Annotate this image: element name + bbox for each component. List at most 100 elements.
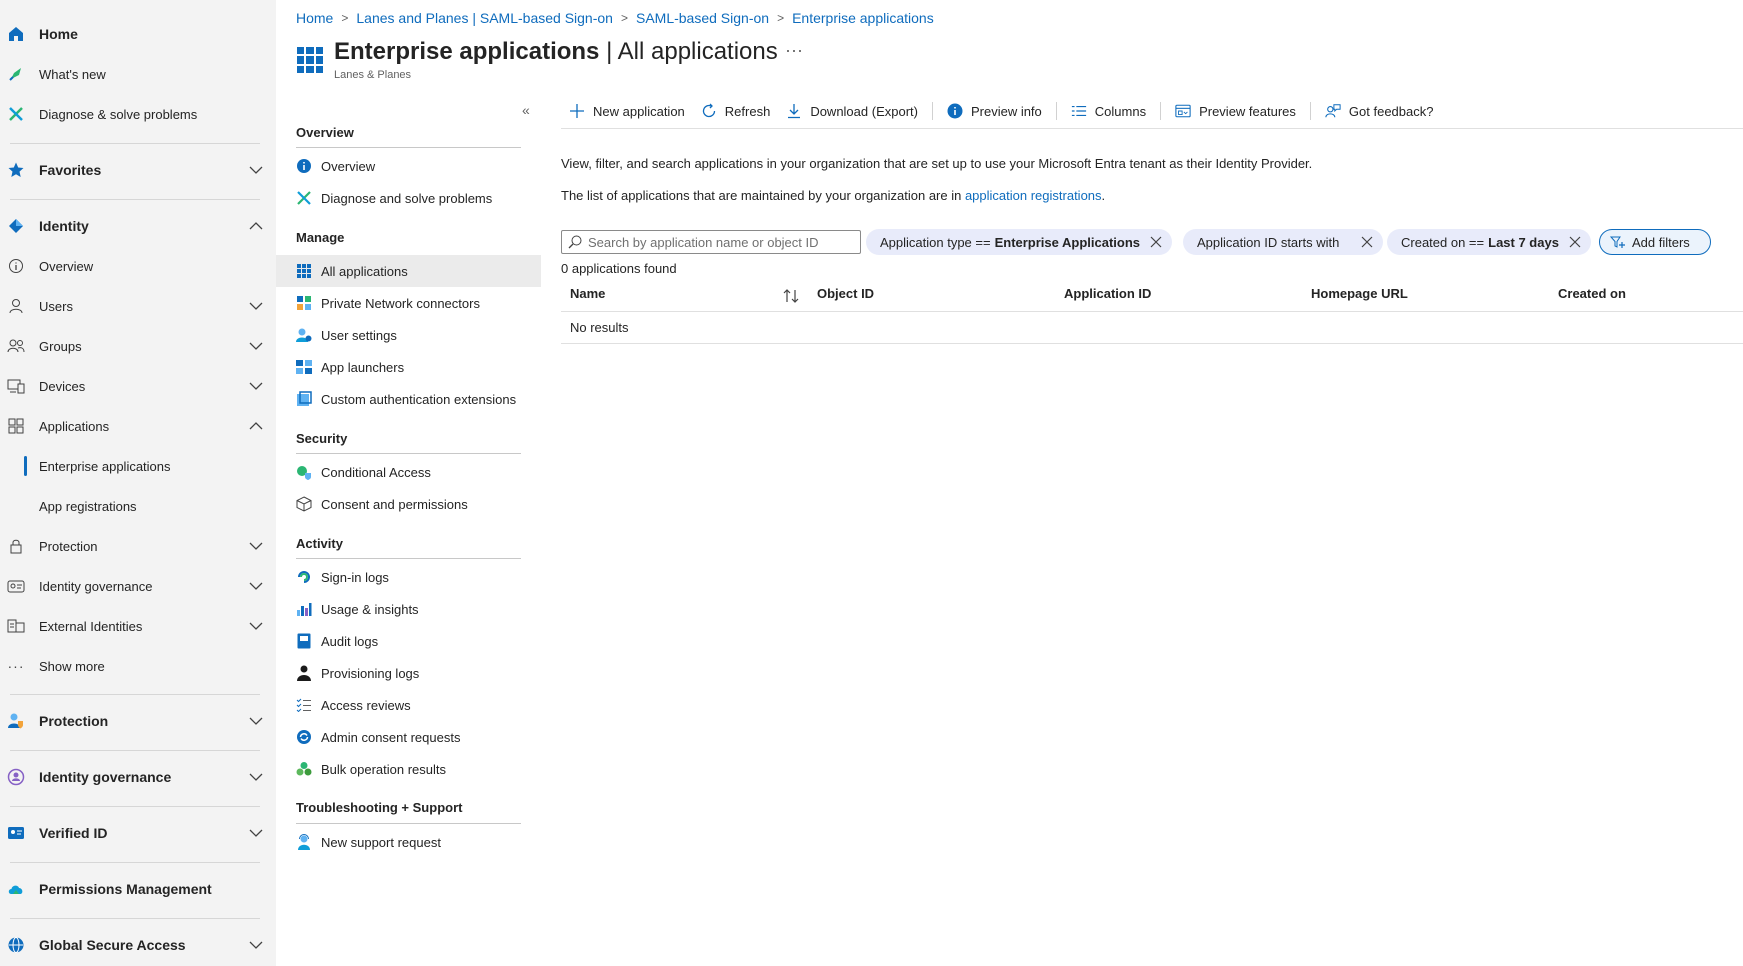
preview-features-button[interactable]: Preview features xyxy=(1167,99,1304,123)
menu-item-overview[interactable]: Overview xyxy=(276,150,541,182)
feedback-icon xyxy=(1325,103,1341,119)
cloud-icon xyxy=(7,880,25,898)
close-icon[interactable] xyxy=(1361,236,1373,248)
breadcrumb: Home > Lanes and Planes | SAML-based Sig… xyxy=(296,10,934,26)
breadcrumb-lanes-and-planes[interactable]: Lanes and Planes | SAML-based Sign-on xyxy=(356,10,613,26)
menu-item-provisioning-logs[interactable]: Provisioning logs xyxy=(276,657,541,689)
nav-divider xyxy=(10,143,260,144)
menu-item-bulk-operation-results[interactable]: Bulk operation results xyxy=(276,753,541,785)
filter-pill-created-on[interactable]: Created on == Last 7 days xyxy=(1387,229,1591,255)
nav-identity-governance[interactable]: Identity governance xyxy=(0,757,276,797)
nav-global-secure-access[interactable]: Global Secure Access xyxy=(0,925,276,965)
group-icon xyxy=(7,337,25,355)
filter-pill-application-type[interactable]: Application type == Enterprise Applicatio… xyxy=(866,229,1173,255)
nav-enterprise-applications[interactable]: Enterprise applications xyxy=(0,446,276,486)
nav-divider xyxy=(10,750,260,751)
menu-item-conditional-access[interactable]: Conditional Access xyxy=(276,456,541,488)
nav-verified-id[interactable]: Verified ID xyxy=(0,813,276,853)
menu-item-admin-consent-requests[interactable]: Admin consent requests xyxy=(276,721,541,753)
nav-protection-sub[interactable]: Protection xyxy=(0,526,276,566)
breadcrumb-saml-sign-on[interactable]: SAML-based Sign-on xyxy=(636,10,769,26)
nav-diagnose[interactable]: Diagnose & solve problems xyxy=(0,94,276,134)
refresh-circle-icon xyxy=(296,729,312,745)
bulk-operations-icon xyxy=(296,761,312,777)
nav-protection[interactable]: Protection xyxy=(0,701,276,741)
column-header-homepage-url[interactable]: Homepage URL xyxy=(1311,286,1408,301)
application-registrations-link[interactable]: application registrations xyxy=(965,188,1102,203)
nav-home[interactable]: Home xyxy=(0,14,276,54)
search-box xyxy=(561,230,861,254)
registrations-note: The list of applications that are mainta… xyxy=(561,188,1106,203)
nav-show-more[interactable]: ··· Show more xyxy=(0,646,276,686)
nav-divider xyxy=(10,694,260,695)
close-icon[interactable] xyxy=(1569,236,1581,248)
menu-divider xyxy=(296,453,521,454)
column-header-object-id[interactable]: Object ID xyxy=(817,286,874,301)
search-input[interactable] xyxy=(588,234,848,250)
menu-item-usage-insights[interactable]: Usage & insights xyxy=(276,593,541,625)
nav-identity-governance-sub[interactable]: Identity governance xyxy=(0,566,276,606)
nav-groups[interactable]: Groups xyxy=(0,326,276,366)
nav-identity[interactable]: Identity xyxy=(0,206,276,246)
nav-users[interactable]: Users xyxy=(0,286,276,326)
applications-icon xyxy=(7,417,25,435)
menu-section-overview: Overview xyxy=(296,125,354,140)
menu-item-user-settings[interactable]: User settings xyxy=(276,319,541,351)
chevron-down-icon xyxy=(249,382,263,390)
download-export-button[interactable]: Download (Export) xyxy=(778,99,926,123)
protection-user-icon xyxy=(7,712,25,730)
tools-icon xyxy=(7,105,25,123)
menu-item-all-applications[interactable]: All applications xyxy=(276,255,541,287)
collapse-menu-button[interactable]: « xyxy=(522,102,530,118)
nav-devices[interactable]: Devices xyxy=(0,366,276,406)
checklist-icon xyxy=(296,697,312,713)
nav-app-registrations[interactable]: App registrations xyxy=(0,486,276,526)
filter-pill-application-id[interactable]: Application ID starts with xyxy=(1183,229,1384,255)
nav-divider xyxy=(10,199,260,200)
menu-item-sign-in-logs[interactable]: Sign-in logs xyxy=(276,561,541,593)
menu-item-private-network-connectors[interactable]: Private Network connectors xyxy=(276,287,541,319)
page-title: Enterprise applications | All applicatio… xyxy=(334,38,778,66)
external-identities-icon xyxy=(7,617,25,635)
nav-external-identities[interactable]: External Identities xyxy=(0,606,276,646)
new-application-button[interactable]: New application xyxy=(561,99,693,123)
menu-item-custom-auth-extensions[interactable]: Custom authentication extensions xyxy=(276,383,541,415)
toolbar-divider-line xyxy=(561,128,1743,129)
column-header-name[interactable]: Name xyxy=(570,286,605,301)
left-navigation: Home What's new Diagnose & solve problem… xyxy=(0,0,276,966)
menu-item-new-support-request[interactable]: New support request xyxy=(276,826,541,858)
preview-info-button[interactable]: Preview info xyxy=(939,99,1050,123)
toolbar-divider xyxy=(1160,102,1162,120)
breadcrumb-enterprise-applications[interactable]: Enterprise applications xyxy=(792,10,934,26)
add-filter-icon xyxy=(1610,236,1625,248)
column-header-application-id[interactable]: Application ID xyxy=(1064,286,1151,301)
got-feedback-button[interactable]: Got feedback? xyxy=(1317,99,1442,123)
nav-overview[interactable]: Overview xyxy=(0,246,276,286)
breadcrumb-home[interactable]: Home xyxy=(296,10,333,26)
conditional-access-icon xyxy=(296,464,312,480)
chevron-down-icon xyxy=(249,622,263,630)
menu-item-consent-permissions[interactable]: Consent and permissions xyxy=(276,488,541,520)
nav-favorites[interactable]: Favorites xyxy=(0,150,276,190)
nav-divider xyxy=(10,918,260,919)
menu-item-diagnose[interactable]: Diagnose and solve problems xyxy=(276,182,541,214)
nav-applications[interactable]: Applications xyxy=(0,406,276,446)
bar-chart-icon xyxy=(296,601,312,617)
apps-grid-icon xyxy=(296,263,312,279)
nav-whats-new[interactable]: What's new xyxy=(0,54,276,94)
home-icon xyxy=(7,25,25,43)
menu-item-access-reviews[interactable]: Access reviews xyxy=(276,689,541,721)
chevron-down-icon xyxy=(249,166,263,174)
column-header-created-on[interactable]: Created on xyxy=(1558,286,1626,301)
refresh-button[interactable]: Refresh xyxy=(693,99,779,123)
add-filters-button[interactable]: Add filters xyxy=(1599,229,1711,255)
menu-item-audit-logs[interactable]: Audit logs xyxy=(276,625,541,657)
sort-icon[interactable] xyxy=(782,287,800,305)
more-options-button[interactable]: ··· xyxy=(785,40,803,61)
columns-button[interactable]: Columns xyxy=(1063,99,1154,123)
enterprise-apps-grid-icon xyxy=(297,47,323,73)
refresh-icon xyxy=(701,103,717,119)
nav-permissions-management[interactable]: Permissions Management xyxy=(0,869,276,909)
close-icon[interactable] xyxy=(1150,236,1162,248)
menu-item-app-launchers[interactable]: App launchers xyxy=(276,351,541,383)
